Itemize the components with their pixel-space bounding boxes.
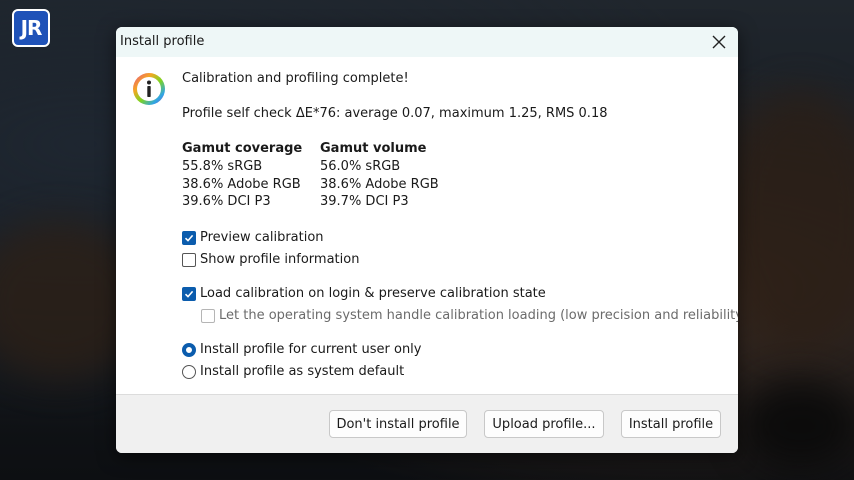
gamut-volume-value: 39.7% DCI P3 [320, 194, 409, 209]
close-button[interactable] [706, 31, 732, 53]
gamut-coverage-value: 55.8% sRGB [182, 159, 263, 174]
background-blur [720, 90, 854, 350]
gamut-volume-value: 38.6% Adobe RGB [320, 177, 439, 192]
dialog-titlebar: Install profile [116, 27, 738, 57]
show-profile-information-label[interactable]: Show profile information [200, 252, 359, 267]
checkmark-icon [184, 290, 194, 298]
os-calibration-loading-label: Let the operating system handle calibrat… [219, 308, 738, 323]
gamut-coverage-header: Gamut coverage [182, 141, 303, 156]
gamut-coverage-value: 38.6% Adobe RGB [182, 177, 301, 192]
info-icon [133, 73, 165, 105]
load-calibration-label[interactable]: Load calibration on login & preserve cal… [200, 286, 546, 301]
gamut-coverage-value: 39.6% DCI P3 [182, 194, 271, 209]
install-current-user-radio[interactable] [182, 343, 196, 357]
install-profile-button[interactable]: Install profile [621, 410, 721, 438]
install-system-default-label[interactable]: Install profile as system default [200, 364, 404, 379]
jr-logo: JR [12, 9, 50, 47]
dont-install-profile-button[interactable]: Don't install profile [329, 410, 467, 438]
preview-calibration-checkbox[interactable] [182, 231, 196, 245]
gamut-volume-value: 56.0% sRGB [320, 159, 401, 174]
install-profile-dialog: Install profile Calibration and profilin… [116, 27, 738, 453]
os-calibration-loading-checkbox [201, 309, 215, 323]
dialog-footer: Don't install profile Upload profile... … [116, 394, 738, 453]
install-system-default-radio[interactable] [182, 365, 196, 379]
preview-calibration-label[interactable]: Preview calibration [200, 230, 324, 245]
install-current-user-label[interactable]: Install profile for current user only [200, 342, 421, 357]
self-check-result: Profile self check ΔE*76: average 0.07, … [182, 106, 608, 121]
show-profile-information-checkbox[interactable] [182, 253, 196, 267]
completion-heading: Calibration and profiling complete! [182, 71, 409, 86]
dialog-title: Install profile [120, 34, 205, 49]
load-calibration-checkbox[interactable] [182, 287, 196, 301]
background-blur [740, 380, 854, 470]
close-icon [712, 35, 726, 49]
checkmark-icon [184, 234, 194, 242]
gamut-volume-header: Gamut volume [320, 141, 427, 156]
upload-profile-button[interactable]: Upload profile... [484, 410, 604, 438]
